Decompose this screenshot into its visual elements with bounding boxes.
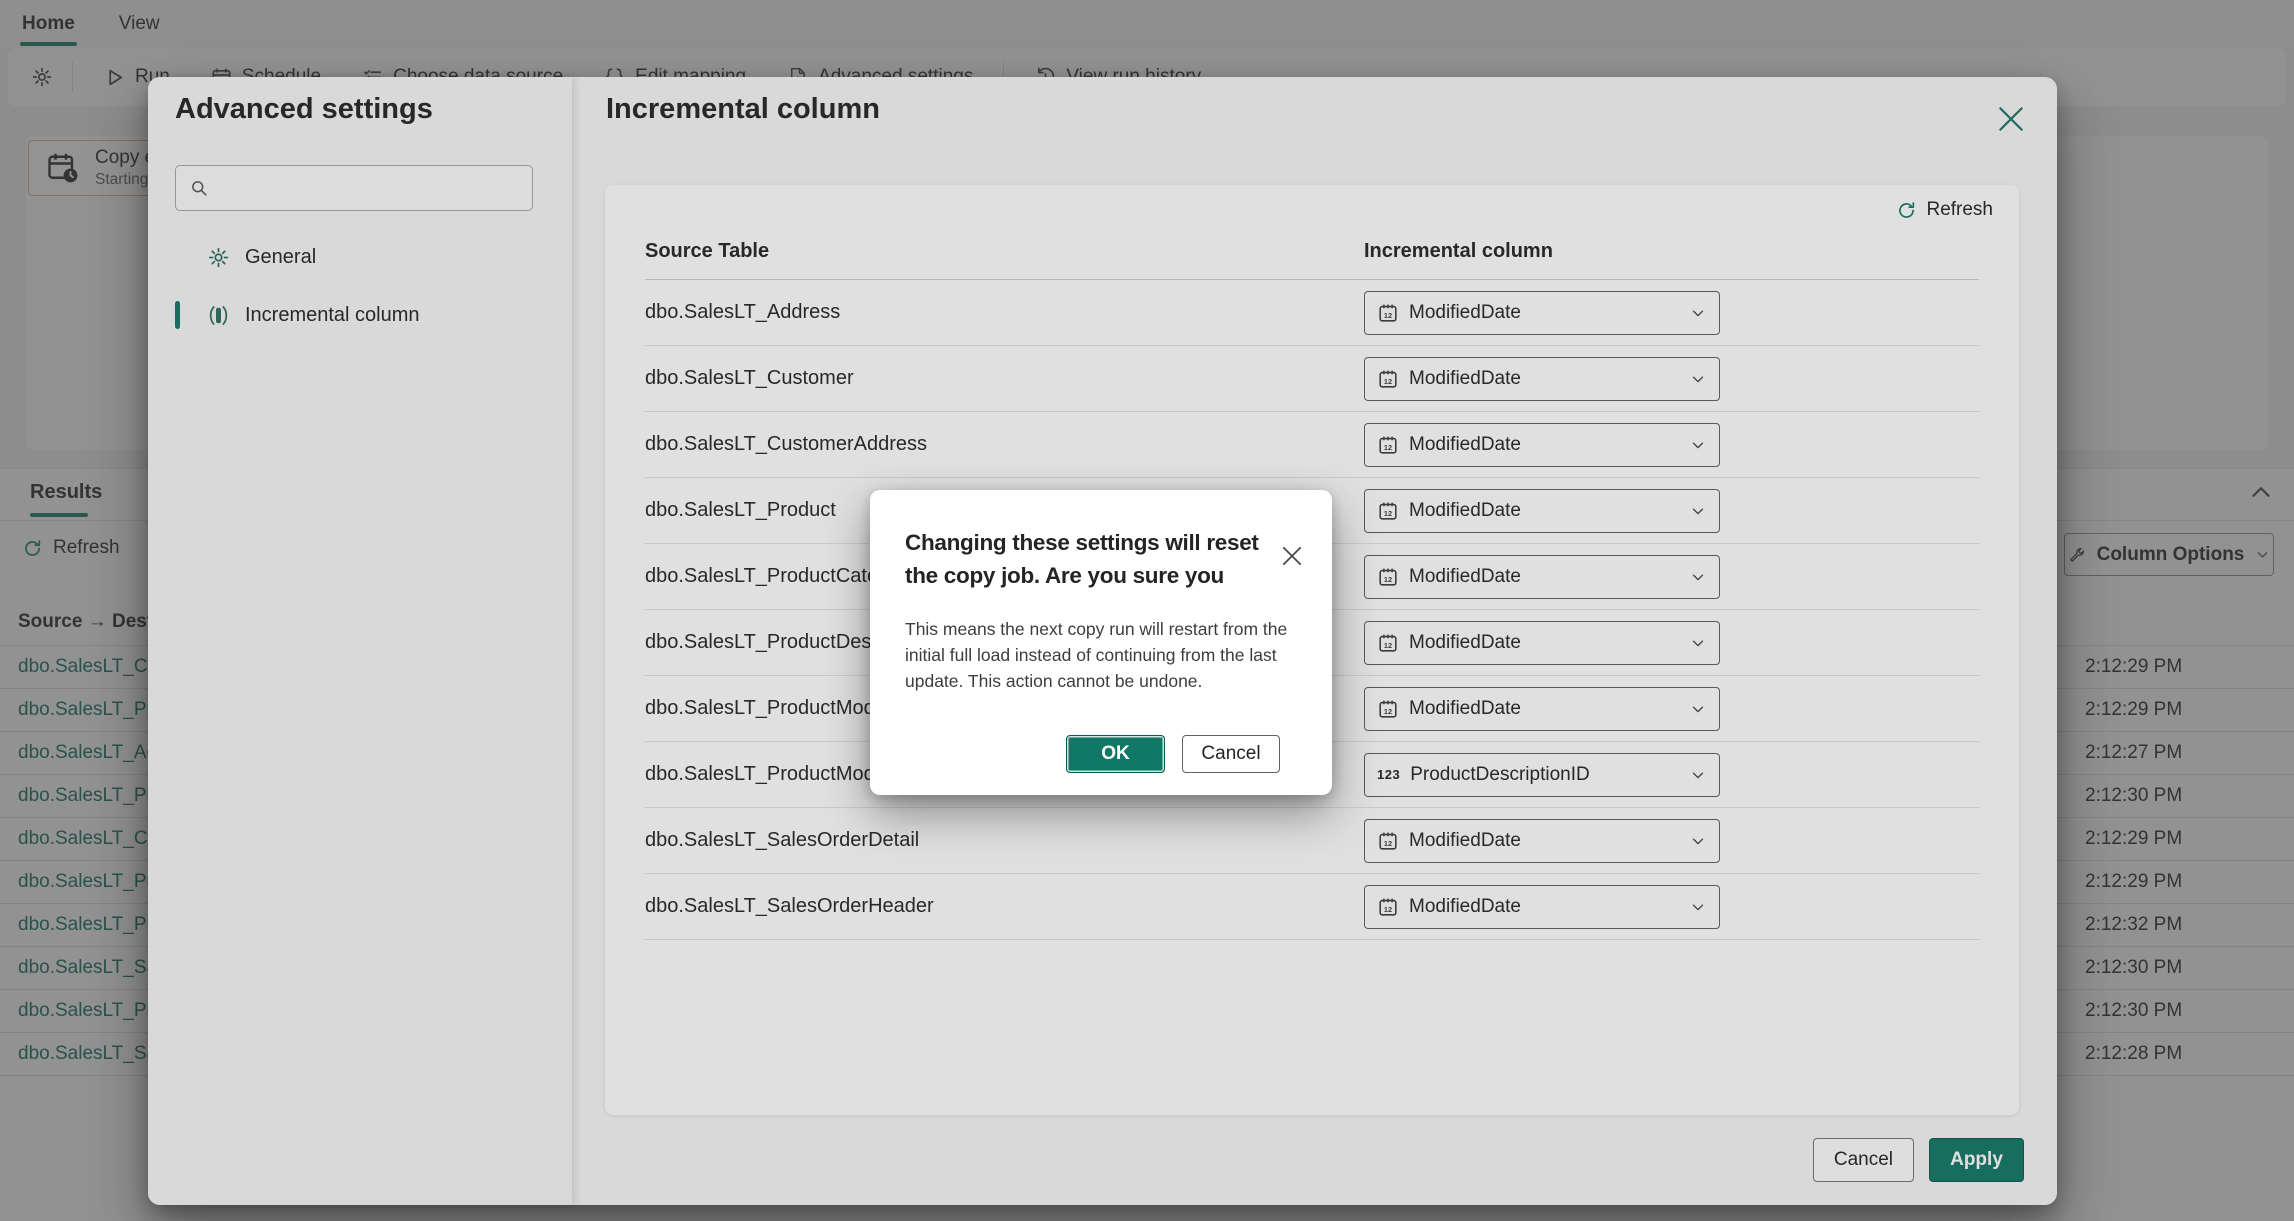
dialog-body: This means the next copy run will restar… (905, 616, 1305, 694)
dialog-close-button[interactable] (1278, 542, 1306, 570)
dialog-title: Changing these settings will reset the c… (905, 526, 1295, 592)
close-icon (1278, 542, 1306, 570)
ok-button[interactable]: OK (1066, 735, 1165, 773)
confirm-reset-dialog: Changing these settings will reset the c… (870, 490, 1332, 795)
dialog-cancel-button[interactable]: Cancel (1182, 735, 1280, 773)
dialog-buttons: OK Cancel (1066, 735, 1280, 773)
